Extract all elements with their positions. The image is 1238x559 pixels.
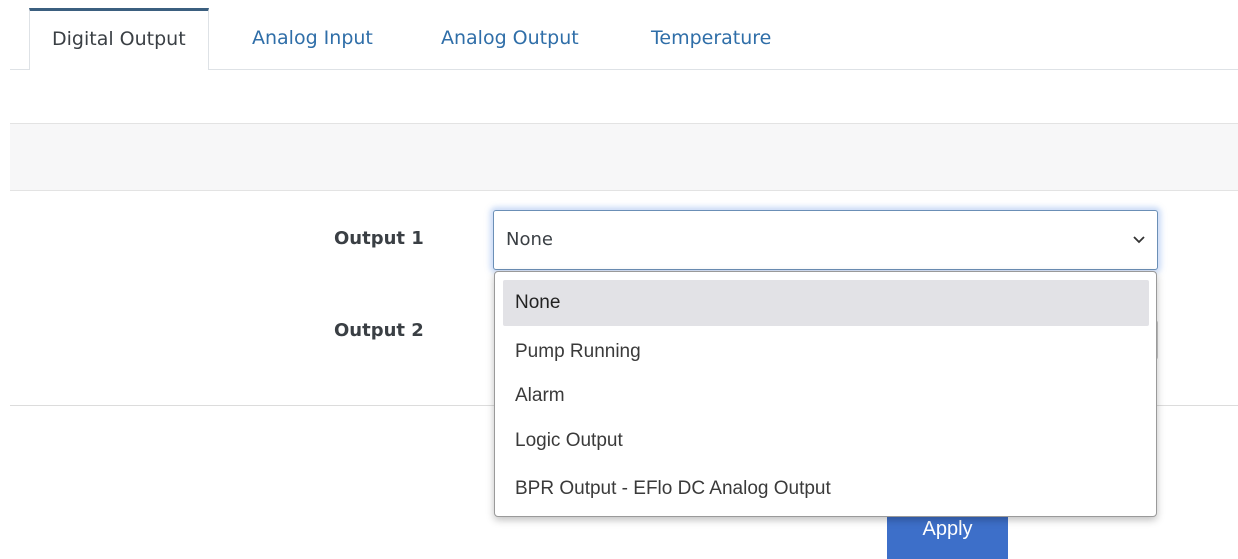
- tab-temperature[interactable]: Temperature: [651, 8, 771, 69]
- output-1-dropdown-list: None Pump Running Alarm Logic Output BPR…: [494, 271, 1157, 517]
- dropdown-option-none[interactable]: None: [503, 280, 1149, 326]
- tab-bar: Digital Output Analog Input Analog Outpu…: [10, 0, 1238, 70]
- chevron-down-icon: [1133, 236, 1145, 244]
- tab-digital-output[interactable]: Digital Output: [29, 8, 209, 70]
- output-1-select[interactable]: None: [493, 210, 1158, 270]
- page: Digital Output Analog Input Analog Outpu…: [0, 0, 1238, 559]
- output-1-select-value: None: [506, 229, 553, 250]
- dropdown-option-pump-running[interactable]: Pump Running: [503, 329, 1149, 375]
- dropdown-option-logic-output[interactable]: Logic Output: [503, 418, 1149, 464]
- tab-analog-input[interactable]: Analog Input: [252, 8, 373, 69]
- dropdown-option-bpr-output[interactable]: BPR Output - EFlo DC Analog Output: [503, 466, 1149, 512]
- dropdown-option-alarm[interactable]: Alarm: [503, 373, 1149, 419]
- output-1-label: Output 1: [334, 228, 424, 249]
- panel-header-band: [10, 123, 1238, 191]
- apply-button[interactable]: Apply: [887, 514, 1008, 559]
- tab-analog-output[interactable]: Analog Output: [441, 8, 579, 69]
- output-2-label: Output 2: [334, 320, 424, 341]
